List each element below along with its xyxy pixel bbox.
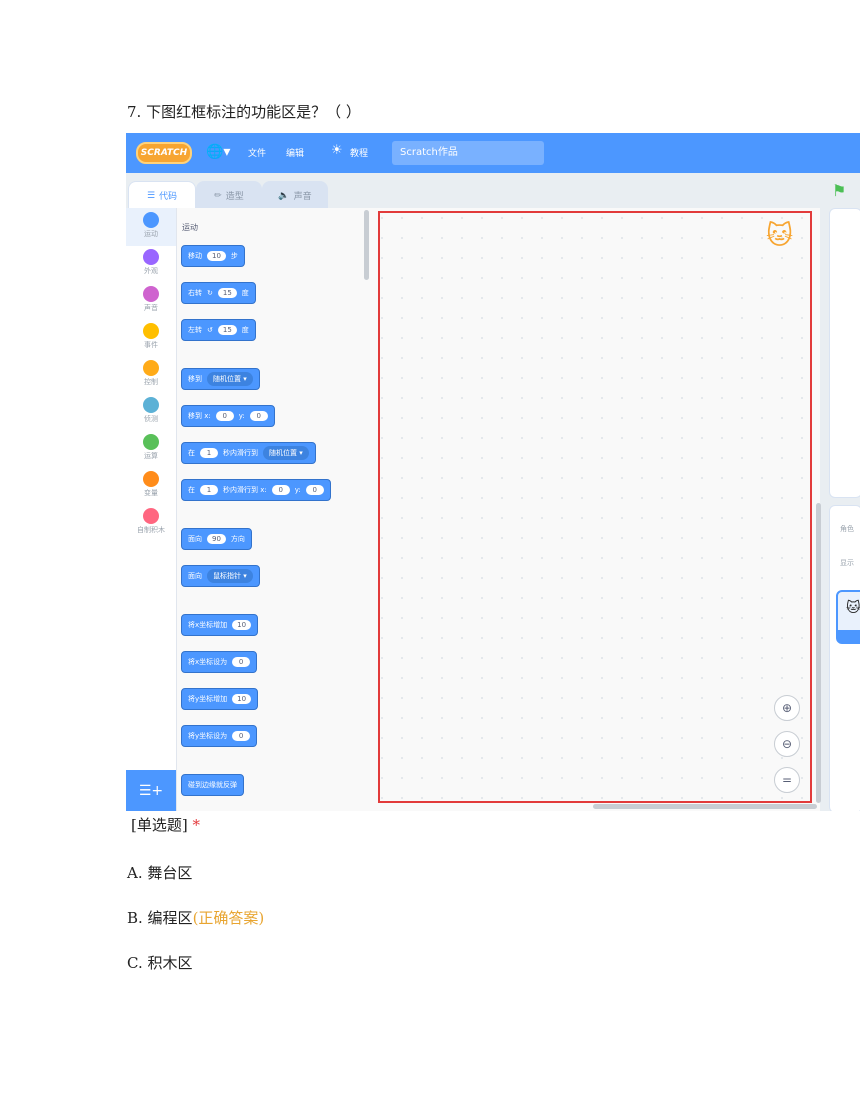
- option-a[interactable]: A. 舞台区: [127, 862, 192, 883]
- block-glide-xy[interactable]: 在 1 秒内滑行到 x: 0 y: 0: [181, 479, 331, 501]
- cat-sprite-thumb-icon: 🐱: [846, 600, 860, 616]
- block-move-steps[interactable]: 移动 10 步: [181, 245, 245, 267]
- category-dot: [143, 323, 159, 339]
- point-towards-dropdown[interactable]: 鼠标指针 ▾: [207, 569, 253, 583]
- block-change-y[interactable]: 将y坐标增加 10: [181, 688, 259, 710]
- zoom-reset-icon: =: [781, 773, 793, 787]
- block-turn-left[interactable]: 左转 ↺ 15 度: [181, 319, 256, 341]
- category-dot: [143, 434, 159, 450]
- block-set-y[interactable]: 将y坐标设为 0: [181, 725, 258, 747]
- block-bounce[interactable]: 碰到边缘就反弹: [181, 774, 244, 796]
- category-dot: [143, 360, 159, 376]
- category-my-blocks[interactable]: 自制积木: [126, 508, 176, 535]
- category-menu: 运动 外观 声音 事件 控制 侦测 运算 变量 自制积木: [126, 208, 177, 811]
- block-goto[interactable]: 移到 随机位置 ▾: [181, 368, 260, 390]
- workspace-scrollbar-horizontal[interactable]: [593, 804, 817, 809]
- add-extension-button[interactable]: ☰+: [126, 770, 176, 811]
- scratch-logo[interactable]: SCRATCH: [136, 142, 192, 164]
- menu-bar: SCRATCH 🌐▾ 文件 编辑 ☀ 教程 Scratch作品: [126, 133, 860, 173]
- green-flag-icon[interactable]: ⚑: [832, 181, 846, 200]
- scratch-screenshot: SCRATCH 🌐▾ 文件 编辑 ☀ 教程 Scratch作品 ☰ 代码 ✏ 造…: [126, 133, 860, 811]
- category-sensing[interactable]: 侦测: [126, 397, 176, 424]
- sprite-thumb-label: [838, 630, 860, 642]
- palette-scrollbar[interactable]: [364, 210, 369, 280]
- block-point-towards[interactable]: 面向 鼠标指针 ▾: [181, 565, 260, 587]
- glide-dropdown[interactable]: 随机位置 ▾: [263, 446, 309, 460]
- category-motion[interactable]: 运动: [126, 212, 176, 239]
- sprite-pane: 角色 显示 🐱: [829, 505, 860, 811]
- palette-category-title: 运动: [182, 223, 198, 232]
- menu-file[interactable]: 文件: [248, 146, 266, 159]
- rotate-right-icon: ↻: [207, 289, 213, 297]
- editor-tabs: ☰ 代码 ✏ 造型 🔈 声音: [126, 173, 860, 209]
- category-dot: [143, 508, 159, 524]
- sprite-thumbnail[interactable]: 🐱: [836, 590, 860, 644]
- option-c[interactable]: C. 积木区: [127, 952, 192, 973]
- block-point-direction[interactable]: 面向 90 方向: [181, 528, 252, 550]
- question-type: [单选题] *: [131, 816, 201, 834]
- stage-area[interactable]: [829, 208, 860, 498]
- required-mark: *: [192, 816, 201, 834]
- rotate-left-icon: ↺: [207, 326, 213, 334]
- zoom-out-icon: ⊖: [781, 737, 793, 751]
- block-goto-xy[interactable]: 移到 x: 0 y: 0: [181, 405, 275, 427]
- extension-icon: ☰+: [138, 782, 164, 799]
- code-icon: ☰: [146, 190, 156, 201]
- category-operators[interactable]: 运算: [126, 434, 176, 461]
- block-palette: 运动 移动 10 步 右转 ↻ 15 度 左转 ↺ 15 度 移到 随机位置 ▾…: [177, 208, 373, 811]
- zoom-in-icon: ⊕: [781, 701, 793, 715]
- cat-sprite-icon: 🐱: [766, 221, 794, 251]
- block-glide[interactable]: 在 1 秒内滑行到 随机位置 ▾: [181, 442, 316, 464]
- zoom-in-button[interactable]: ⊕: [774, 695, 800, 721]
- option-b[interactable]: B. 编程区(正确答案): [127, 907, 264, 928]
- category-dot: [143, 286, 159, 302]
- highlight-frame: [378, 211, 812, 803]
- category-sound[interactable]: 声音: [126, 286, 176, 313]
- show-label: 显示: [840, 559, 854, 567]
- question-title: 7. 下图红框标注的功能区是？（ ）: [127, 103, 361, 121]
- sprite-label: 角色: [840, 525, 854, 533]
- category-dot: [143, 212, 159, 228]
- brush-icon: ✏: [214, 190, 222, 201]
- goto-dropdown[interactable]: 随机位置 ▾: [207, 372, 253, 386]
- workspace-scrollbar-vertical[interactable]: [816, 503, 821, 803]
- menu-edit[interactable]: 编辑: [286, 146, 304, 159]
- menu-tutorials[interactable]: 教程: [350, 146, 368, 159]
- tab-costumes[interactable]: ✏ 造型: [196, 181, 262, 209]
- block-turn-right[interactable]: 右转 ↻ 15 度: [181, 282, 256, 304]
- category-variables[interactable]: 变量: [126, 471, 176, 498]
- block-change-x[interactable]: 将x坐标增加 10: [181, 614, 259, 636]
- globe-icon[interactable]: 🌐▾: [206, 144, 230, 160]
- category-dot: [143, 249, 159, 265]
- category-control[interactable]: 控制: [126, 360, 176, 387]
- tab-sounds[interactable]: 🔈 声音: [262, 181, 328, 209]
- tab-code[interactable]: ☰ 代码: [128, 181, 196, 209]
- correct-answer-note: (正确答案): [192, 909, 265, 927]
- category-looks[interactable]: 外观: [126, 249, 176, 276]
- block-set-x[interactable]: 将x坐标设为 0: [181, 651, 258, 673]
- lightbulb-icon[interactable]: ☀: [331, 143, 343, 158]
- category-events[interactable]: 事件: [126, 323, 176, 350]
- zoom-reset-button[interactable]: =: [774, 767, 800, 793]
- speaker-icon: 🔈: [278, 190, 290, 201]
- zoom-out-button[interactable]: ⊖: [774, 731, 800, 757]
- project-title-input[interactable]: Scratch作品: [392, 141, 544, 165]
- category-dot: [143, 471, 159, 487]
- category-dot: [143, 397, 159, 413]
